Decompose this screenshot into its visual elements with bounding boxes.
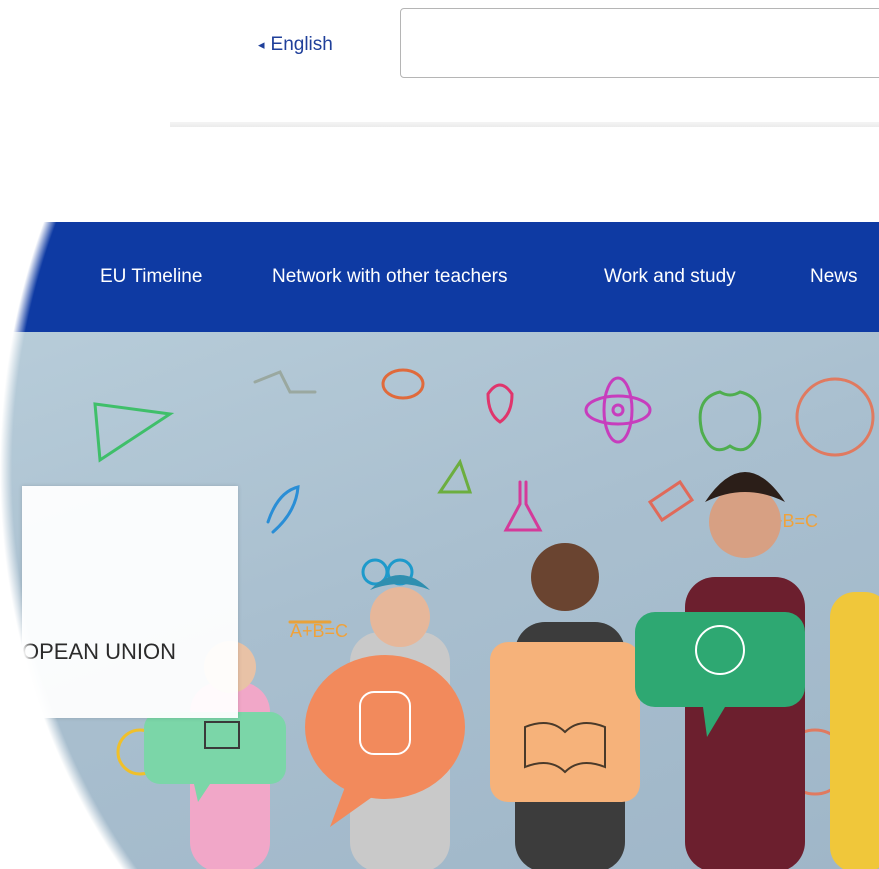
set-square-doodle xyxy=(93,402,175,463)
basketball-doodle xyxy=(795,377,875,457)
flask-doodle xyxy=(503,480,543,532)
nav-item-network-teachers[interactable]: Network with other teachers xyxy=(272,252,508,302)
nav-item-work-study[interactable]: Work and study xyxy=(604,252,736,302)
pinwheel-doodle xyxy=(437,458,473,494)
apple-doodle xyxy=(698,390,762,452)
site-logo-text: OPEAN UNION xyxy=(22,639,177,664)
nav-item-news[interactable]: News xyxy=(810,252,858,302)
microscope-doodle xyxy=(647,479,695,523)
search-input[interactable] xyxy=(400,8,879,78)
atom-doodle xyxy=(584,394,652,426)
header-divider xyxy=(170,122,879,127)
backpack-sign xyxy=(305,655,465,799)
caret-left-icon: ◂ xyxy=(258,37,265,52)
nav-item-eu-timeline[interactable]: EU Timeline xyxy=(100,252,202,302)
lamp-doodle xyxy=(253,370,317,394)
coffee-cup-doodle xyxy=(381,368,425,400)
site-logo-card: OPEAN UNION xyxy=(22,486,238,718)
music-note-doodle xyxy=(266,485,300,534)
svg-text:A+B=C: A+B=C xyxy=(290,621,348,641)
strawberry-doodle xyxy=(486,383,514,424)
book-sign xyxy=(490,642,640,802)
main-navigation: EU Timeline Network with other teachers … xyxy=(0,222,879,332)
language-label: English xyxy=(270,34,333,55)
language-selector[interactable]: ◂ English xyxy=(258,30,333,60)
